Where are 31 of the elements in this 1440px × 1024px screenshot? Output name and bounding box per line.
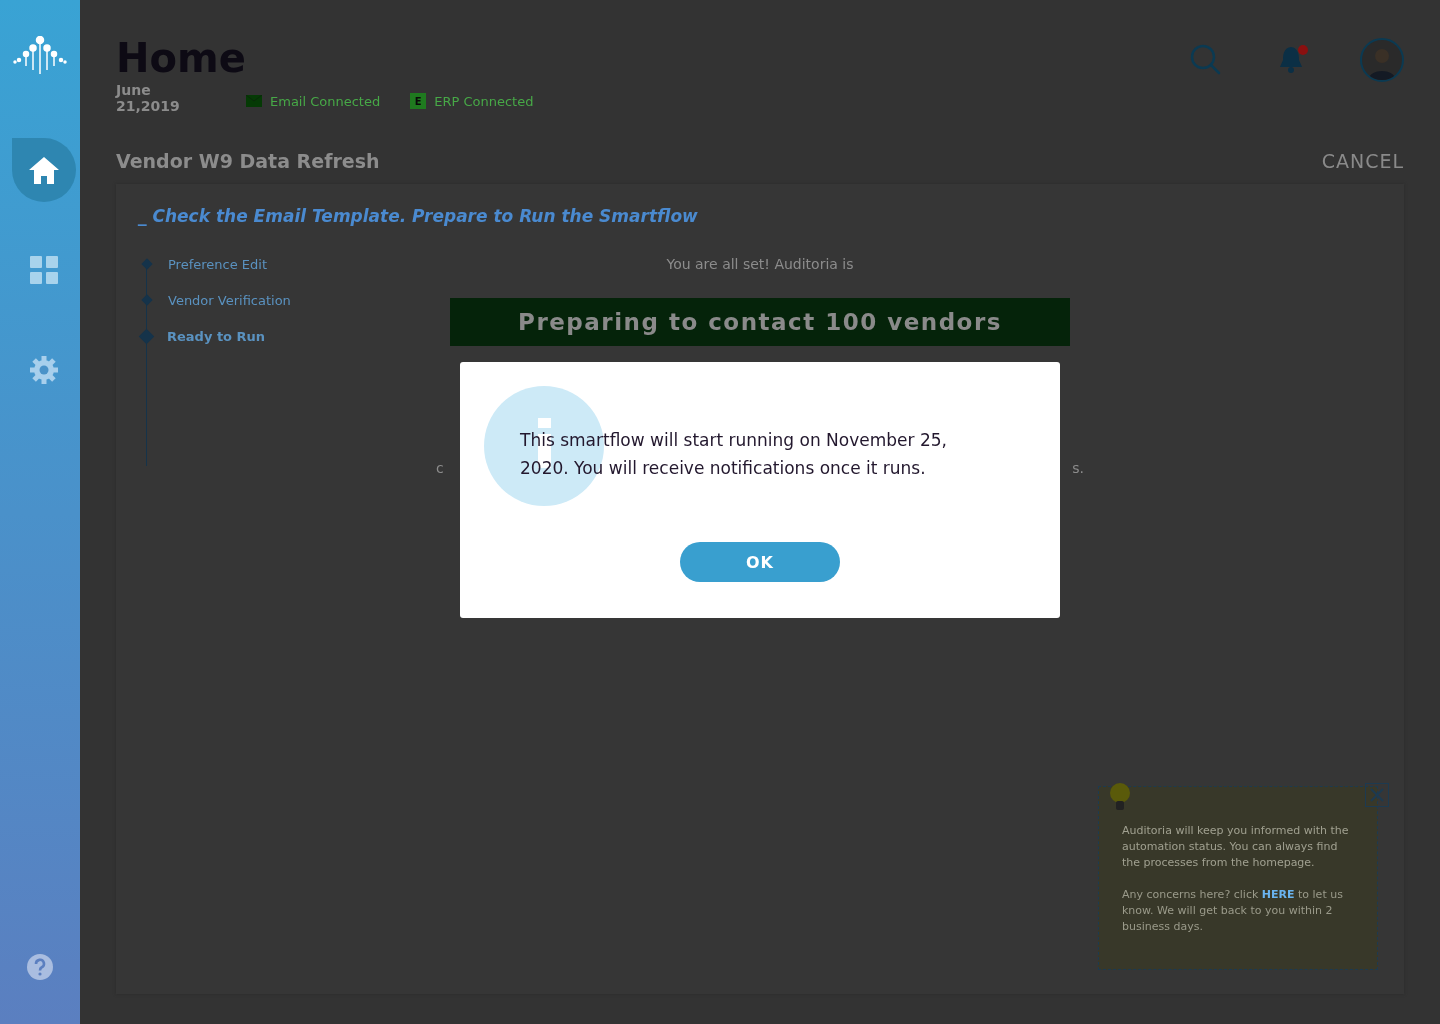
avatar-button[interactable] xyxy=(1360,38,1404,82)
erp-badge: E xyxy=(410,93,427,109)
text-fragment: s. xyxy=(1072,460,1084,476)
close-button[interactable] xyxy=(1365,783,1389,807)
date-label: June 21,2019 xyxy=(116,82,181,114)
connection-status: ERP Connected xyxy=(434,93,534,109)
here-link[interactable]: HERE xyxy=(1261,888,1295,901)
help-icon[interactable] xyxy=(27,954,53,980)
flow-title: Vendor W9 Data Refresh xyxy=(116,150,380,172)
text-fragment: c xyxy=(436,460,444,476)
search-icon xyxy=(1190,44,1222,76)
tip-concern-text: Any concerns here? click HERE to let us know. We will get back to you within 2 business days. xyxy=(1122,887,1344,935)
ok-button[interactable]: OK xyxy=(680,542,840,582)
dialog-message: This smartflow will start running on November 25, 2020. You will receive notifications once it runs. xyxy=(520,429,948,480)
grid-icon xyxy=(30,256,58,284)
cancel-button[interactable]: CANCEL xyxy=(1321,150,1404,172)
step-label[interactable]: Preference Edit xyxy=(168,256,267,272)
envelope-icon xyxy=(246,95,262,107)
step-heading: Check the Email Template. Prepare to Run the Smartflow xyxy=(152,206,698,226)
lightbulb-icon xyxy=(1109,783,1131,811)
step-label[interactable]: Vendor Verification xyxy=(168,292,291,308)
connection-status: Email Connected xyxy=(270,93,381,109)
status-text: You are all set! Auditoria is xyxy=(666,256,854,272)
home-icon xyxy=(28,155,60,185)
step-label[interactable]: Ready to Run xyxy=(167,328,266,344)
search-button[interactable] xyxy=(1190,44,1222,76)
heading-mark: _ xyxy=(138,206,147,226)
tip-text: Auditoria will keep you informed with the automation status. You can always find the processes from the homepage. xyxy=(1122,823,1350,871)
bell-icon xyxy=(1278,45,1304,75)
settings-icon xyxy=(30,356,58,384)
progress-banner: Preparing to contact 100 vendors xyxy=(450,298,1070,346)
